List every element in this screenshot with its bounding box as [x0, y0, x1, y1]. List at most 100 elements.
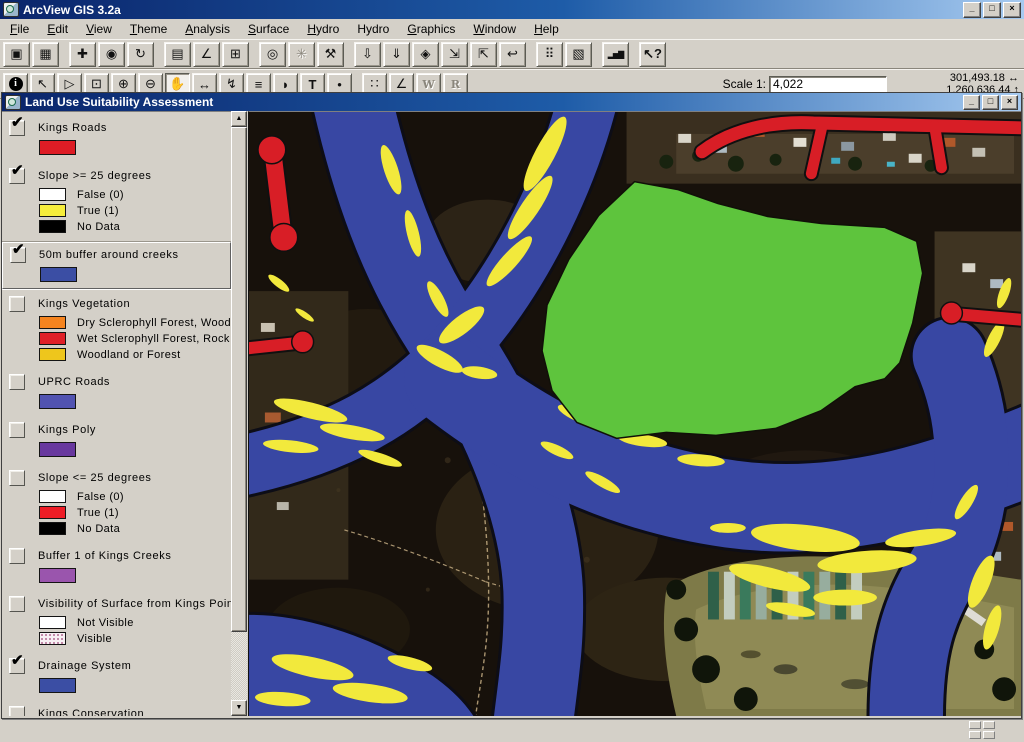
menu-analysis[interactable]: Analysis [176, 20, 239, 38]
theme-checkbox[interactable] [9, 422, 25, 438]
select-features-button[interactable]: ⠿ [536, 41, 563, 67]
frame-icon: ▧ [572, 46, 585, 61]
legend-scrollbar[interactable]: ▲ ▼ [231, 111, 247, 716]
legend-theme-buffer-50m[interactable]: ✔ 50m buffer around creeks [2, 242, 231, 289]
menu-theme[interactable]: Theme [121, 20, 176, 38]
window-titlebar[interactable]: ArcView GIS 3.2a _ □ × [0, 0, 1024, 19]
theme-checkbox[interactable]: ✔ [10, 242, 26, 263]
menu-help[interactable]: Help [525, 20, 568, 38]
legend-theme-kings-conservation[interactable]: Kings ConservationInadequately conserved… [2, 702, 231, 716]
zoom-previous-button[interactable]: ↩ [499, 41, 526, 67]
scroll-down-button[interactable]: ▼ [231, 700, 247, 716]
class-label: Dry Sclerophyll Forest, Woodlan [77, 316, 231, 329]
theme-head: Kings Vegetation [9, 296, 229, 312]
zoom-active-icon: ⇓ [391, 46, 402, 61]
legend-theme-kings-vegetation[interactable]: Kings Vegetation Dry Sclerophyll Forest, … [2, 292, 231, 367]
help-button[interactable]: ↖? [639, 41, 666, 67]
theme-checkbox[interactable]: ✔ [9, 115, 25, 136]
menu-hydro[interactable]: Hydro [298, 20, 348, 38]
theme-checkbox[interactable] [9, 470, 25, 486]
resize-grip[interactable] [969, 721, 995, 739]
theme-checkbox[interactable]: ✔ [9, 653, 25, 674]
locate-button[interactable]: ✳ [288, 41, 315, 67]
save-project-button[interactable]: ▣ [3, 41, 30, 67]
menu-hydro[interactable]: Hydro [348, 20, 398, 38]
legend-theme-drainage-system[interactable]: ✔ Drainage System [2, 653, 231, 699]
query-builder-button[interactable]: ⚒ [317, 41, 344, 67]
theme-checkbox[interactable] [9, 374, 25, 390]
scale-box: Scale 1: [723, 75, 887, 93]
view-close-button[interactable]: × [1001, 94, 1018, 110]
view-body: ✔ Kings Roads ✔ Slope >= 25 degrees False (0… [2, 111, 1021, 716]
legend-theme-kings-roads[interactable]: ✔ Kings Roads [2, 115, 231, 161]
zoom-in-extent-button[interactable]: ⇲ [441, 41, 468, 67]
theme-classes: False (0) True (1) No Data [39, 490, 229, 535]
theme-label: Slope >= 25 degrees [38, 170, 152, 182]
theme-head: ✔ Slope >= 25 degrees [9, 163, 229, 184]
legend-class-row: No Data [39, 522, 229, 535]
angle-icon: ∠ [395, 76, 408, 91]
maximize-button[interactable]: □ [983, 1, 1001, 18]
legend-theme-visibility-surface[interactable]: Visibility of Surface from Kings Points N… [2, 592, 231, 651]
menu-graphics[interactable]: Graphics [398, 20, 464, 38]
scroll-thumb[interactable] [231, 127, 247, 632]
add-theme-button[interactable]: ✚ [69, 41, 96, 67]
class-label: No Data [77, 522, 121, 535]
legend-class-row [39, 394, 229, 409]
theme-classes: Dry Sclerophyll Forest, Woodlan Wet Scler… [39, 316, 231, 361]
scale-input[interactable] [769, 75, 887, 93]
legend-theme-buffer1-kings-creeks[interactable]: Buffer 1 of Kings Creeks [2, 544, 231, 589]
theme-properties-button[interactable]: ↻ [127, 41, 154, 67]
scroll-up-button[interactable]: ▲ [231, 111, 247, 127]
theme-checkbox[interactable] [9, 596, 25, 612]
class-label: True (1) [77, 506, 119, 519]
histogram-button[interactable]: ▂▅▇ [602, 41, 629, 67]
open-theme-table-button[interactable]: ⊞ [222, 41, 249, 67]
legend-theme-kings-poly[interactable]: Kings Poly [2, 418, 231, 463]
close-button[interactable]: × [1003, 1, 1021, 18]
theme-checkbox[interactable] [9, 548, 25, 564]
maximize-icon: □ [987, 95, 994, 106]
view-maximize-button[interactable]: □ [982, 94, 999, 110]
spray2-icon: ∷ [370, 76, 379, 91]
layout-button[interactable]: ▦ [32, 41, 59, 67]
minimize-button[interactable]: _ [963, 1, 981, 18]
toolbar-group: ◎ ✳ ⚒ [259, 41, 346, 67]
theme-checkbox[interactable]: ✔ [9, 163, 25, 184]
zoom-out-extent-button[interactable]: ⇱ [470, 41, 497, 67]
clear-selection-button[interactable]: ▧ [565, 41, 592, 67]
view-controls: _ □ × [963, 94, 1018, 110]
theme-label: Slope <= 25 degrees [38, 472, 152, 484]
theme-classes [39, 394, 229, 409]
edit-legend-button[interactable]: ▤ [164, 41, 191, 67]
view-minimize-button[interactable]: _ [963, 94, 980, 110]
menu-edit[interactable]: Edit [38, 20, 77, 38]
view-titlebar[interactable]: Land Use Suitability Assessment _ □ × [2, 93, 1021, 111]
theme-checkbox[interactable] [9, 296, 25, 312]
label-icon: ≡ [254, 76, 263, 92]
geoprocessing-button[interactable]: ◉ [98, 41, 125, 67]
legend-swatch [39, 616, 66, 629]
zoom-selected-button[interactable]: ◈ [412, 41, 439, 67]
legend-editor-icon: ▤ [171, 46, 184, 61]
zoom-active-theme-button[interactable]: ⇓ [383, 41, 410, 67]
legend-swatch [39, 568, 76, 583]
derive-slope-button[interactable]: ∠ [193, 41, 220, 67]
legend-theme-slope-ge-25[interactable]: ✔ Slope >= 25 degrees False (0) True (1) No … [2, 163, 231, 239]
legend-theme-slope-le-25[interactable]: Slope <= 25 degrees False (0) True (1) No D… [2, 466, 231, 541]
menu-surface[interactable]: Surface [239, 20, 298, 38]
zoom-full-extent-button[interactable]: ⇩ [354, 41, 381, 67]
map-canvas[interactable] [249, 112, 1021, 716]
legend-class-row: Not Visible [39, 616, 229, 629]
find-button[interactable]: ◎ [259, 41, 286, 67]
flashlight-icon: ↯ [226, 76, 237, 91]
legend-theme-uprc-roads[interactable]: UPRC Roads [2, 370, 231, 415]
minimize-icon: _ [969, 2, 975, 13]
menu-file[interactable]: File [1, 20, 38, 38]
toolbar-group: ↖? [639, 41, 668, 67]
theme-checkbox[interactable] [9, 706, 25, 716]
menu-window[interactable]: Window [464, 20, 525, 38]
legend-class-row: False (0) [39, 490, 229, 503]
menu-view[interactable]: View [77, 20, 121, 38]
window-controls: _ □ × [963, 1, 1021, 18]
